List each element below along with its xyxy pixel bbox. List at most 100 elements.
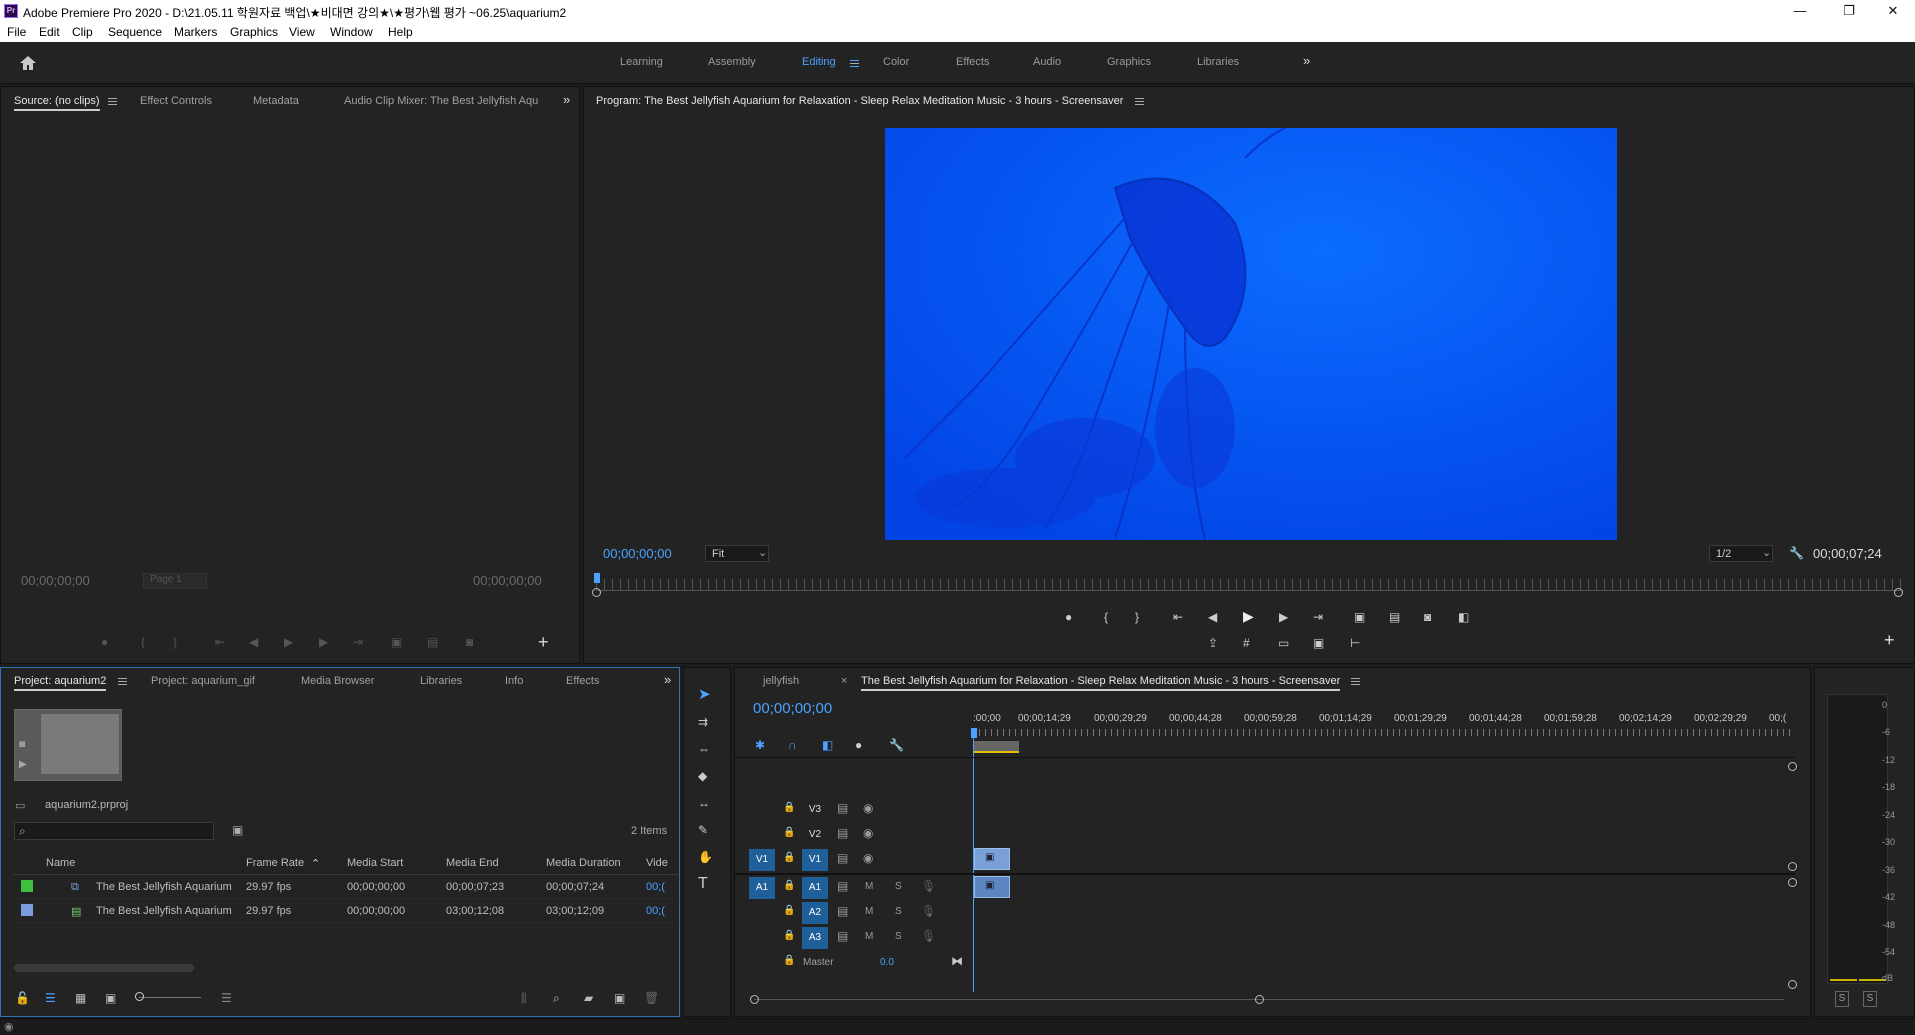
lock-icon[interactable]: 🔒 bbox=[783, 954, 795, 968]
vr-video-icon[interactable]: ▣ bbox=[1313, 636, 1324, 650]
minimize-button[interactable]: — bbox=[1785, 2, 1815, 20]
project-menu-icon[interactable] bbox=[118, 678, 127, 685]
panel-overflow-icon[interactable]: » bbox=[563, 92, 570, 107]
lock-icon[interactable]: 🔒 bbox=[783, 929, 795, 943]
new-search-bin-icon[interactable]: ▣ bbox=[232, 823, 243, 837]
row-label-color[interactable] bbox=[21, 880, 33, 892]
list-view-icon[interactable]: ☰ bbox=[45, 991, 56, 1005]
mark-in-icon[interactable]: { bbox=[1104, 610, 1108, 624]
icon-view-icon[interactable]: ▦ bbox=[75, 991, 86, 1005]
program-playhead[interactable] bbox=[594, 573, 600, 583]
marker-icon[interactable]: ● bbox=[101, 635, 108, 649]
play-icon[interactable]: ▶ bbox=[284, 635, 293, 649]
workspace-libraries[interactable]: Libraries bbox=[1197, 56, 1239, 68]
solo-right-button[interactable]: S bbox=[1863, 991, 1877, 1007]
mark-in-icon[interactable]: { bbox=[141, 635, 145, 649]
v-scroll-handle-top[interactable] bbox=[1788, 762, 1797, 771]
zoom-slider[interactable] bbox=[139, 997, 201, 998]
program-playhead-timecode[interactable]: 00;00;00;00 bbox=[603, 546, 672, 561]
track-a3-label[interactable]: A3 bbox=[802, 927, 828, 949]
menu-graphics[interactable]: Graphics bbox=[230, 25, 278, 39]
mark-out-icon[interactable]: } bbox=[1135, 610, 1139, 624]
tab-audio-clip-mixer[interactable]: Audio Clip Mixer: The Best Jellyfish Aqu bbox=[344, 95, 540, 107]
resolution-select[interactable]: 1/2 ⌄ bbox=[1709, 545, 1773, 562]
source-timecode[interactable]: 00;00;00;00 bbox=[21, 573, 90, 588]
tab-source[interactable]: Source: (no clips) bbox=[14, 95, 100, 111]
workspace-editing[interactable]: Editing bbox=[802, 56, 836, 68]
tab-media-browser[interactable]: Media Browser bbox=[301, 675, 374, 687]
track-v2-label[interactable]: V2 bbox=[802, 824, 828, 846]
linked-selection-icon[interactable]: ∩ bbox=[788, 738, 797, 752]
go-to-out-icon[interactable]: ⇥ bbox=[353, 635, 363, 649]
project-thumbnail[interactable]: ◙ ▶ bbox=[14, 709, 122, 781]
overwrite-icon[interactable]: ▤ bbox=[427, 635, 438, 649]
solo-button[interactable]: S bbox=[895, 905, 902, 919]
workspace-assembly[interactable]: Assembly bbox=[708, 56, 756, 68]
tab-effect-controls[interactable]: Effect Controls bbox=[140, 95, 212, 107]
mute-button[interactable]: M bbox=[865, 905, 873, 919]
audio-clip[interactable]: ▣ bbox=[974, 876, 1010, 898]
solo-left-button[interactable]: S bbox=[1835, 991, 1849, 1007]
timeline-settings-icon[interactable]: 🔧 bbox=[889, 738, 904, 752]
sync-lock-icon[interactable]: ▤ bbox=[837, 851, 848, 865]
timeline-menu-icon[interactable] bbox=[1351, 678, 1360, 685]
master-volume[interactable]: 0.0 bbox=[880, 957, 894, 968]
toggle-proxies-icon[interactable]: ▭ bbox=[1278, 636, 1289, 650]
col-video[interactable]: Vide bbox=[646, 857, 668, 869]
eye-icon[interactable]: ◉ bbox=[863, 801, 873, 815]
add-marker-icon[interactable]: ● bbox=[1065, 610, 1072, 624]
table-row[interactable]: ⧉ The Best Jellyfish Aquarium 29.97 fps … bbox=[13, 875, 678, 899]
go-to-end-icon[interactable]: ⧓ bbox=[951, 954, 963, 968]
fit-select[interactable]: Fit ⌄ bbox=[705, 545, 769, 562]
scrubber-end-handle[interactable] bbox=[1894, 588, 1903, 597]
h-scroll-handle-left[interactable] bbox=[750, 995, 759, 1004]
razor-tool-icon[interactable]: ◆ bbox=[698, 769, 707, 783]
button-editor-icon[interactable]: ⊢ bbox=[1350, 636, 1360, 650]
timeline-timecode[interactable]: 00;00;00;00 bbox=[753, 700, 832, 717]
snap-icon[interactable]: ✱ bbox=[755, 738, 765, 752]
new-bin-icon[interactable]: ▰ bbox=[584, 991, 593, 1005]
restore-button[interactable]: ❐ bbox=[1834, 2, 1864, 20]
col-media-end[interactable]: Media End bbox=[446, 857, 499, 869]
eye-icon[interactable]: ◉ bbox=[863, 851, 873, 865]
play-icon[interactable]: ▶ bbox=[1243, 609, 1254, 623]
pen-tool-icon[interactable]: ✎ bbox=[698, 823, 708, 837]
track-select-tool-icon[interactable]: ⇉ bbox=[698, 715, 708, 729]
menu-file[interactable]: File bbox=[7, 25, 26, 39]
program-title[interactable]: Program: The Best Jellyfish Aquarium for… bbox=[596, 95, 1123, 107]
comparison-view-icon[interactable]: ◧ bbox=[1458, 610, 1469, 624]
close-tab-icon[interactable]: × bbox=[841, 675, 847, 687]
v-scroll-handle-audio[interactable] bbox=[1788, 878, 1797, 887]
step-forward-icon[interactable]: ▶ bbox=[1279, 610, 1288, 624]
insert-icon[interactable]: ▣ bbox=[391, 635, 402, 649]
automate-to-sequence-icon[interactable]: ⫼ bbox=[521, 991, 527, 1005]
scrubber-start-handle[interactable] bbox=[592, 588, 601, 597]
microphone-icon[interactable]: 🎙 bbox=[921, 929, 936, 943]
menu-view[interactable]: View bbox=[289, 25, 315, 39]
type-tool-icon[interactable]: T bbox=[698, 876, 708, 892]
tab-project-aquarium-gif[interactable]: Project: aquarium_gif bbox=[151, 675, 255, 687]
track-v1-label[interactable]: V1 bbox=[802, 849, 828, 871]
sync-lock-icon[interactable]: ▤ bbox=[837, 929, 848, 943]
program-menu-icon[interactable] bbox=[1135, 98, 1144, 105]
tab-info[interactable]: Info bbox=[505, 675, 523, 687]
mute-button[interactable]: M bbox=[865, 880, 873, 894]
new-item-icon[interactable]: ▣ bbox=[614, 991, 625, 1005]
lock-icon[interactable]: 🔒 bbox=[783, 826, 795, 840]
menu-clip[interactable]: Clip bbox=[72, 25, 93, 39]
solo-button[interactable]: S bbox=[895, 880, 902, 894]
workspace-graphics[interactable]: Graphics bbox=[1107, 56, 1151, 68]
sync-lock-icon[interactable]: ▤ bbox=[837, 826, 848, 840]
microphone-icon[interactable]: 🎙 bbox=[921, 904, 936, 918]
workspace-audio[interactable]: Audio bbox=[1033, 56, 1061, 68]
sync-lock-icon[interactable]: ▤ bbox=[837, 801, 848, 815]
status-icon[interactable]: ◉ bbox=[4, 1020, 14, 1034]
track-v3-label[interactable]: V3 bbox=[802, 799, 828, 821]
sync-lock-icon[interactable]: ▤ bbox=[837, 904, 848, 918]
tab-project-aquarium2[interactable]: Project: aquarium2 bbox=[14, 675, 107, 691]
ripple-edit-tool-icon[interactable]: ⇔ bbox=[698, 742, 710, 756]
project-search-input[interactable]: ⌕ bbox=[14, 822, 214, 840]
lock-icon[interactable]: 🔒 bbox=[783, 851, 795, 865]
insert-sequence-icon[interactable]: ◧ bbox=[822, 738, 833, 752]
horizontal-scrollbar[interactable] bbox=[14, 964, 194, 972]
